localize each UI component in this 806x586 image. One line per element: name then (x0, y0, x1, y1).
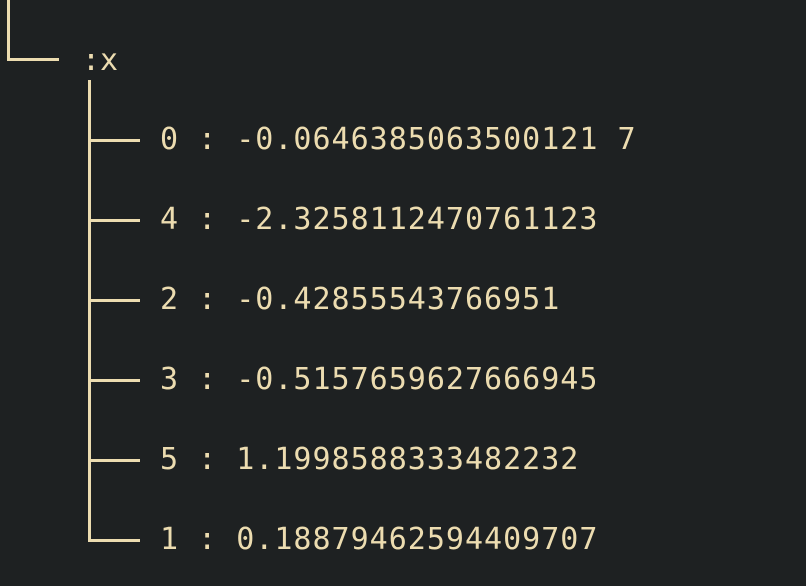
branch-connector (88, 539, 140, 542)
child-separator: : (179, 122, 237, 157)
branch-connector (88, 219, 140, 222)
child-value: -0.5157659627666945 (236, 362, 599, 397)
child-value: -0.42855543766951 (236, 282, 561, 317)
child-index: 3 (160, 362, 180, 397)
child-entry: 3 : -0.5157659627666945 (160, 360, 598, 400)
branch-connector (88, 379, 140, 382)
child-separator: : (179, 442, 237, 477)
tree-child-item[interactable]: 1 : 0.18879462594409707 (88, 520, 788, 560)
child-value: -0.0646385063500121 7 (236, 122, 637, 157)
tree-child-item[interactable]: 2 : -0.42855543766951 (88, 280, 788, 320)
tree-child-item[interactable]: 3 : -0.5157659627666945 (88, 360, 788, 400)
child-entry: 5 : 1.1998588333482232 (160, 440, 579, 480)
tree-view: :x 0 : -0.0646385063500121 7 4 : -2.3258… (0, 0, 806, 586)
tree-child-item[interactable]: 4 : -2.3258112470761123 (88, 200, 788, 240)
child-index: 2 (160, 282, 180, 317)
child-separator: : (179, 522, 237, 557)
child-separator: : (179, 282, 237, 317)
child-entry: 2 : -0.42855543766951 (160, 280, 560, 320)
child-entry: 1 : 0.18879462594409707 (160, 520, 598, 560)
tree-child-item[interactable]: 0 : -0.0646385063500121 7 (88, 120, 788, 160)
child-index: 5 (160, 442, 180, 477)
child-index: 1 (160, 522, 180, 557)
child-entry: 4 : -2.3258112470761123 (160, 200, 598, 240)
child-value: -2.3258112470761123 (236, 202, 599, 237)
child-separator: : (179, 202, 237, 237)
child-separator: : (179, 362, 237, 397)
child-value: 0.18879462594409707 (236, 522, 599, 557)
node-key-label[interactable]: :x (82, 42, 118, 80)
child-value: 1.1998588333482232 (236, 442, 580, 477)
branch-connector (88, 459, 140, 462)
child-index: 0 (160, 122, 180, 157)
tree-child-item[interactable]: 5 : 1.1998588333482232 (88, 440, 788, 480)
child-index: 4 (160, 202, 180, 237)
child-entry: 0 : -0.0646385063500121 7 (160, 120, 637, 160)
branch-connector (88, 139, 140, 142)
parent-connector (7, 0, 59, 61)
branch-connector (88, 299, 140, 302)
